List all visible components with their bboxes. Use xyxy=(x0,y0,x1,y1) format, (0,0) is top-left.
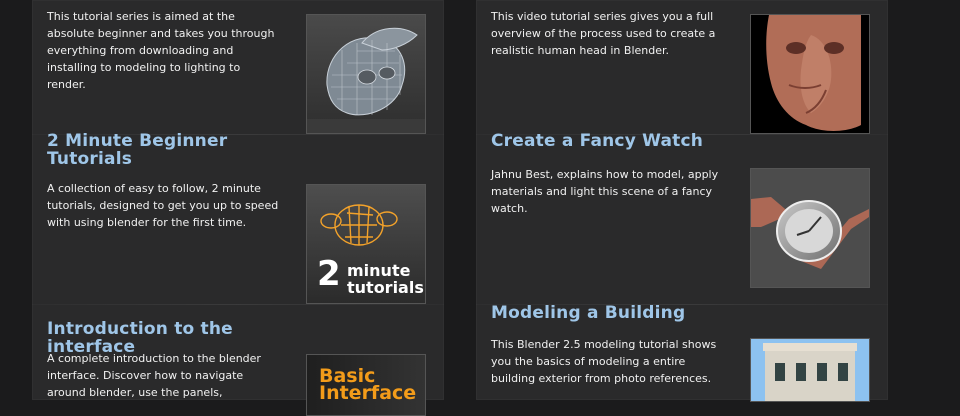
building-icon[interactable] xyxy=(750,338,870,402)
tutorial-title[interactable]: Modeling a Building xyxy=(491,304,751,322)
thumb-word: minute xyxy=(347,261,411,280)
tutorial-listing-page: This tutorial series is aimed at the abs… xyxy=(0,0,960,416)
tutorial-item[interactable]: Modeling a Building This Blender 2.5 mod… xyxy=(476,304,888,402)
tutorial-description: Jahnu Best, explains how to model, apply… xyxy=(491,168,719,215)
2-minute-tutorials-icon[interactable]: 2 minute tutorials xyxy=(306,184,426,304)
tutorial-item[interactable]: Introduction to the interface A complete… xyxy=(32,304,444,416)
tutorial-description: A collection of easy to follow, 2 minute… xyxy=(47,182,279,229)
thumb-big-number: 2 xyxy=(317,254,341,294)
tutorial-item[interactable]: Create a Fancy Watch Jahnu Best, explain… xyxy=(476,132,888,304)
tutorial-item[interactable]: This tutorial series is aimed at the abs… xyxy=(32,0,444,134)
tutorial-title[interactable]: Create a Fancy Watch xyxy=(491,132,751,150)
right-tutorial-column: This video tutorial series gives you a f… xyxy=(476,0,888,402)
tutorial-item[interactable]: This video tutorial series gives you a f… xyxy=(476,0,888,134)
human-head-icon[interactable] xyxy=(750,14,870,134)
thumb-word: tutorials xyxy=(347,278,424,297)
tutorial-item[interactable]: 2 Minute Beginner Tutorials A collection… xyxy=(32,132,444,304)
monkey-wireframe-icon[interactable] xyxy=(306,14,426,134)
watch-icon[interactable] xyxy=(750,168,870,288)
thumb-text: Interface xyxy=(319,382,417,404)
tutorial-description: A complete introduction to the blender i… xyxy=(47,352,261,399)
tutorial-description: This video tutorial series gives you a f… xyxy=(491,10,716,57)
tutorial-description: This Blender 2.5 modeling tutorial shows… xyxy=(491,338,717,385)
left-tutorial-column: This tutorial series is aimed at the abs… xyxy=(32,0,444,416)
basic-interface-icon[interactable]: Basic Interface xyxy=(306,354,426,416)
tutorial-title[interactable]: 2 Minute Beginner Tutorials xyxy=(47,132,267,168)
tutorial-description: This tutorial series is aimed at the abs… xyxy=(47,10,275,91)
